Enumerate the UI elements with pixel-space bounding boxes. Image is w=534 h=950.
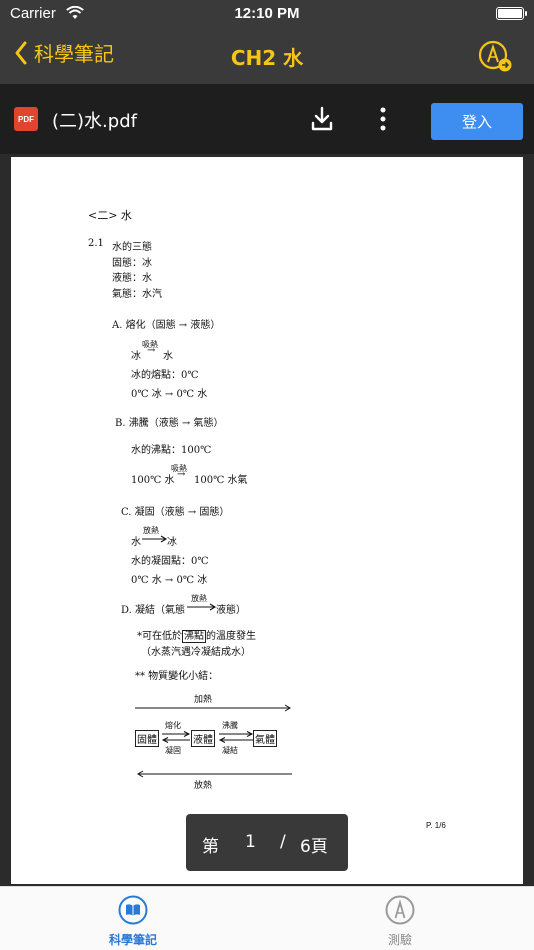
book-icon [118,895,148,925]
page-indicator-separator: / [280,832,286,852]
note-line2: （水蒸汽遇冷凝結成水） [141,647,251,658]
login-button[interactable]: 登入 [431,103,523,140]
diagram-liquid-gas-arrows [218,731,254,743]
diagram-boil-label: 沸騰 [222,721,238,730]
download-icon[interactable] [310,106,334,132]
note-boxed: 沸點 [182,630,206,643]
note-prefix: *可在低於 [137,631,182,642]
b-eq-right: 100℃ 水氣 [194,475,248,486]
summary-title: ** 物質變化小結： [135,671,219,682]
chapter-heading: <二> 水 [88,209,132,222]
d-arrow [187,603,217,611]
tab-science-notes-label: 科學筆記 [108,933,157,947]
c-eq1-left: 水 [131,537,141,548]
diagram-freeze-label: 凝固 [165,746,181,755]
diagram-condense-label: 凝結 [222,746,238,755]
note-suffix: 的溫度發生 [206,631,256,642]
section-title: 水的三態 [112,242,152,253]
tab-science-notes[interactable]: 科學筆記 [73,895,193,948]
quiz-pencil-icon[interactable] [476,38,514,74]
b-eq-arrow: → [177,469,186,480]
a-eq1-right: 水 [163,351,173,362]
section-a-title: A. 熔化（固態 → 液態） [112,320,221,331]
a-melting-point: 冰的熔點：0℃ [131,370,199,381]
c-eq1-arrow [142,535,168,543]
note-line1: *可在低於 沸點 的溫度發生 [137,627,256,643]
state-liquid: 液態：水 [112,273,152,284]
a-eq2: 0℃ 冰 → 0℃ 水 [131,389,208,400]
diagram-liquid-box: 液體 [191,730,215,747]
c-freezing-point: 水的凝固點：0℃ [131,556,209,567]
diagram-solid-box: 固體 [135,730,159,747]
diagram-heating-arrow [135,704,291,712]
pdf-file-icon: PDF [14,107,38,131]
section-number: 2.1 [88,238,104,249]
b-eq-left: 100℃ 水 [131,475,175,486]
back-label: 科學筆記 [34,42,114,66]
pdf-viewer[interactable]: <二> 水 2.1 水的三態 固態：冰 液態：水 氣態：水汽 A. 熔化（固態 … [0,154,534,886]
pdf-toolbar: PDF (二)水.pdf 登入 [0,84,534,154]
diagram-cooling-label: 放熱 [194,781,213,791]
page-number-label: P. 1/6 [426,821,446,830]
page-indicator-total: 6頁 [300,837,328,857]
section-d-title-suffix: 液態） [216,605,246,616]
section-b-title: B. 沸騰（液態 → 氣態） [115,418,224,429]
c-eq1-right: 冰 [167,537,177,548]
page-indicator: 第 1 / 6頁 [186,814,348,871]
a-eq1-left: 冰 [131,351,141,362]
diagram-gas-box: 氣體 [253,730,277,747]
status-time: 12:10 PM [234,5,300,22]
chevron-left-icon [15,41,27,64]
state-solid: 固態：冰 [112,258,152,269]
section-c-title: C. 凝固（液態 → 固態） [121,507,230,518]
page-indicator-prefix: 第 [202,837,219,857]
c-eq2: 0℃ 水 → 0℃ 冰 [131,575,208,586]
pdf-page: <二> 水 2.1 水的三態 固態：冰 液態：水 氣態：水汽 A. 熔化（固態 … [11,157,523,884]
tab-bar: 科學筆記 測驗 [0,886,534,950]
back-button[interactable]: 科學筆記 [14,38,114,67]
diagram-melt-label: 熔化 [165,721,181,730]
b-boiling-point: 水的沸點：100℃ [131,445,212,456]
section-d-title-prefix: D. 凝結（氣態 [121,605,186,616]
tab-quiz[interactable]: 測驗 [340,895,460,948]
diagram-solid-liquid-arrows [161,731,191,743]
pdf-filename: (二)水.pdf [52,111,137,132]
more-vertical-icon[interactable] [376,106,390,132]
navigation-bar: 科學筆記 CH2 水 [0,28,534,84]
status-bar: Carrier 12:10 PM [0,0,534,28]
tab-quiz-label: 測驗 [387,933,412,947]
battery-icon [496,7,527,20]
page-indicator-current: 1 [245,832,256,852]
a-eq1-arrow: → [147,345,156,356]
state-gas: 氣態：水汽 [112,289,162,300]
diagram-cooling-arrow [137,770,292,778]
pencil-circle-icon [385,895,415,925]
